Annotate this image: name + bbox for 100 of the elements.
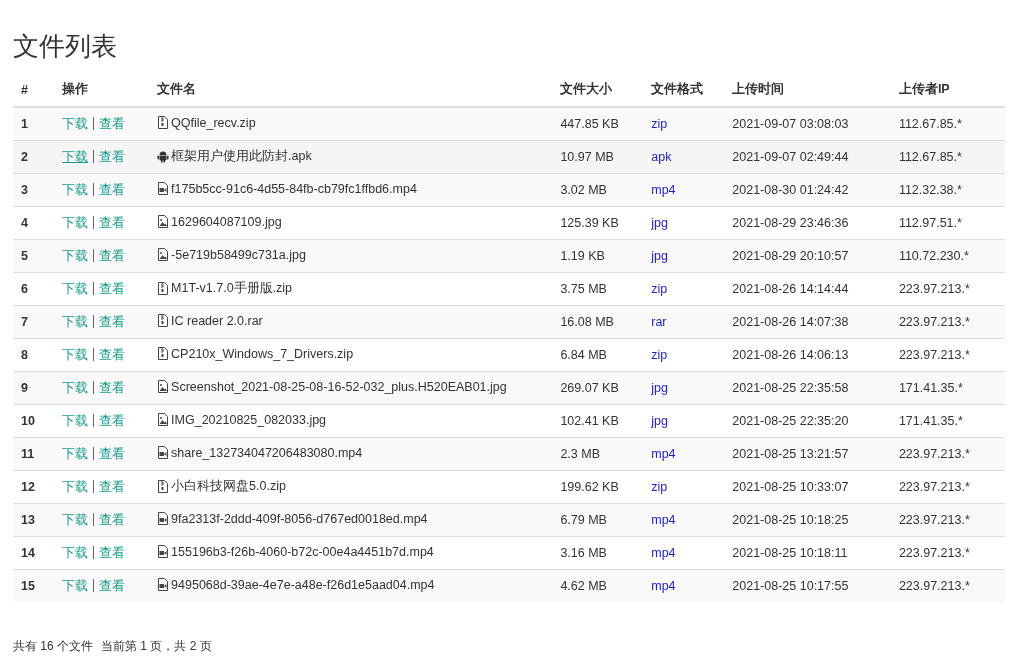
table-row[interactable]: 5 下载 查看 -5e719b58499c731a.jpg 1.19 KB jpg 2021-08-29 20:10:57 110.72.230.* [13, 239, 1005, 273]
uploader-ip: 112.97.51.* [898, 216, 962, 230]
download-link[interactable]: 下载 [62, 479, 89, 494]
file-name: Screenshot_2021-08-25-08-16-52-032_plus.H520EAB01.jpg [171, 379, 507, 394]
upload-time: 2021-08-29 20:10:57 [732, 249, 849, 263]
file-format-link[interactable]: mp4 [651, 447, 676, 461]
view-link[interactable]: 查看 [99, 281, 126, 296]
row-number: 14 [21, 546, 35, 560]
file-format-link[interactable]: zip [651, 348, 668, 362]
file-format-link[interactable]: jpg [651, 414, 668, 428]
row-number: 11 [21, 447, 35, 461]
uploader-ip: 112.67.85.* [898, 150, 962, 164]
file-size: 6.84 MB [560, 348, 607, 362]
file-name: 9fa2313f-2ddd-409f-8056-d767ed0018ed.mp4 [171, 511, 428, 526]
download-link[interactable]: 下载 [62, 281, 89, 296]
view-link[interactable]: 查看 [99, 479, 126, 494]
view-link[interactable]: 查看 [99, 347, 126, 362]
row-number: 6 [21, 282, 28, 296]
file-format-link[interactable]: mp4 [651, 546, 676, 560]
upload-time: 2021-08-26 14:14:44 [732, 282, 849, 296]
table-row[interactable]: 14 下载 查看 155196b3-f26b-4060-b72c-00e4a4451b7d.mp4 3.16 MB mp4 2021-08-25 10:18:11 223.97.213.* [13, 536, 1005, 570]
zip-file-icon [157, 347, 170, 361]
row-number: 1 [21, 117, 28, 131]
file-format-link[interactable]: jpg [651, 381, 668, 395]
row-number: 9 [21, 381, 28, 395]
upload-time: 2021-08-25 10:33:07 [732, 480, 849, 494]
view-link[interactable]: 查看 [99, 545, 126, 560]
upload-time: 2021-08-25 10:18:25 [732, 513, 849, 527]
file-size: 199.62 KB [560, 480, 619, 494]
file-format-link[interactable]: zip [651, 480, 668, 494]
file-name: 9495068d-39ae-4e7e-a48e-f26d1e5aad04.mp4 [171, 577, 435, 592]
upload-time: 2021-09-07 03:08:03 [732, 117, 849, 131]
file-size: 125.39 KB [560, 216, 619, 230]
file-format-link[interactable]: jpg [651, 216, 668, 230]
table-row[interactable]: 10 下载 查看 IMG_20210825_082033.jpg 102.41 KB jpg 2021-08-25 22:35:20 171.41.35.* [13, 404, 1005, 438]
file-count: 共有 16 个文件 [13, 638, 93, 655]
file-format-link[interactable]: rar [651, 315, 667, 329]
file-name: 155196b3-f26b-4060-b72c-00e4a4451b7d.mp4 [171, 544, 434, 559]
row-number: 5 [21, 249, 28, 263]
table-row[interactable]: 12 下载 查看 小白科技网盘5.0.zip 199.62 KB zip 2021-08-25 10:33:07 223.97.213.* [13, 470, 1005, 504]
file-format-link[interactable]: jpg [651, 249, 668, 263]
download-link[interactable]: 下载 [62, 413, 89, 428]
file-name: -5e719b58499c731a.jpg [171, 247, 306, 262]
file-size: 3.16 MB [560, 546, 607, 560]
video-file-icon [157, 446, 170, 460]
table-row[interactable]: 2 下载 查看 框架用户使用此防封.apk 10.97 MB apk 2021-09-07 02:49:44 112.67.85.* [13, 140, 1005, 174]
file-format-link[interactable]: mp4 [651, 513, 676, 527]
file-name: share_132734047206483080.mp4 [171, 445, 363, 460]
table-row[interactable]: 11 下载 查看 share_132734047206483080.mp4 2.3 MB mp4 2021-08-25 13:21:57 223.97.213.* [13, 437, 1005, 471]
video-file-icon [157, 545, 170, 559]
file-size: 1.19 KB [560, 249, 605, 263]
uploader-ip: 112.32.38.* [898, 183, 962, 197]
file-name: CP210x_Windows_7_Drivers.zip [171, 346, 354, 361]
table-row[interactable]: 15 下载 查看 9495068d-39ae-4e7e-a48e-f26d1e5aad04.mp4 4.62 MB mp4 2021-08-25 10:17:55 223.97.213.* [13, 569, 1005, 602]
view-link[interactable]: 查看 [99, 413, 126, 428]
image-file-icon [157, 380, 170, 394]
row-number: 10 [21, 414, 35, 428]
file-size: 269.07 KB [560, 381, 619, 395]
download-link[interactable]: 下载 [62, 545, 89, 560]
table-row[interactable]: 6 下载 查看 M1T-v1.7.0手册版.zip 3.75 MB zip 2021-08-26 14:14:44 223.97.213.* [13, 272, 1005, 306]
file-format-link[interactable]: mp4 [651, 579, 676, 593]
upload-time: 2021-08-25 10:17:55 [732, 579, 849, 593]
file-format-link[interactable]: mp4 [651, 183, 676, 197]
file-format-link[interactable]: zip [651, 117, 668, 131]
table-row[interactable]: 4 下载 查看 1629604087109.jpg 125.39 KB jpg 2021-08-29 23:46:36 112.97.51.* [13, 206, 1005, 240]
table-row[interactable]: 8 下载 查看 CP210x_Windows_7_Drivers.zip 6.84 MB zip 2021-08-26 14:06:13 223.97.213.* [13, 338, 1005, 372]
view-link[interactable]: 查看 [99, 215, 126, 230]
download-link[interactable]: 下载 [62, 215, 89, 230]
file-name: M1T-v1.7.0手册版.zip [171, 280, 293, 297]
uploader-ip: 223.97.213.* [898, 447, 970, 461]
upload-time: 2021-08-26 14:07:38 [732, 315, 849, 329]
download-link[interactable]: 下载 [62, 347, 89, 362]
upload-time: 2021-08-25 13:21:57 [732, 447, 849, 461]
row-number: 7 [21, 315, 28, 329]
file-name: QQfile_recv.zip [171, 115, 256, 130]
row-number: 12 [21, 480, 35, 494]
zip-file-icon [157, 116, 170, 130]
file-format-link[interactable]: apk [651, 150, 672, 164]
table-row[interactable]: 13 下载 查看 9fa2313f-2ddd-409f-8056-d767ed0018ed.mp4 6.79 MB mp4 2021-08-25 10:18:25 223.97.213.* [13, 503, 1005, 537]
upload-time: 2021-08-25 10:18:11 [732, 546, 848, 560]
uploader-ip: 223.97.213.* [898, 579, 970, 593]
zip-file-icon [157, 480, 170, 493]
uploader-ip: 171.41.35.* [898, 381, 963, 395]
file-size: 447.85 KB [560, 117, 619, 131]
uploader-ip: 171.41.35.* [898, 414, 963, 428]
file-size: 102.41 KB [560, 414, 619, 428]
upload-time: 2021-08-30 01:24:42 [732, 183, 849, 197]
image-file-icon [157, 413, 170, 427]
file-format-link[interactable]: zip [651, 282, 668, 296]
table-row[interactable]: 3 下载 查看 f175b5cc-91c6-4d55-84fb-cb79fc1ffbd6.mp4 3.02 MB mp4 2021-08-30 01:24:42 112.32.38.* [13, 173, 1005, 207]
file-name: 小白科技网盘5.0.zip [171, 478, 286, 495]
uploader-ip: 112.67.85.* [898, 117, 962, 131]
table-row[interactable]: 7 下载 查看 IC reader 2.0.rar 16.08 MB rar 2021-08-26 14:07:38 223.97.213.* [13, 305, 1005, 339]
table-row[interactable]: 1 下载 查看 QQfile_recv.zip 447.85 KB zip 2021-09-07 03:08:03 112.67.85.* [13, 107, 1005, 141]
video-file-icon [157, 182, 170, 196]
uploader-ip: 110.72.230.* [898, 249, 969, 263]
video-file-icon [157, 512, 170, 526]
file-size: 4.62 MB [560, 579, 607, 593]
row-number: 8 [21, 348, 28, 362]
table-row[interactable]: 9 下载 查看 Screenshot_2021-08-25-08-16-52-032_plus.H520EAB01.jpg 269.07 KB jpg 2021-08-25 22:35:58 171.41.35.* [13, 371, 1005, 405]
